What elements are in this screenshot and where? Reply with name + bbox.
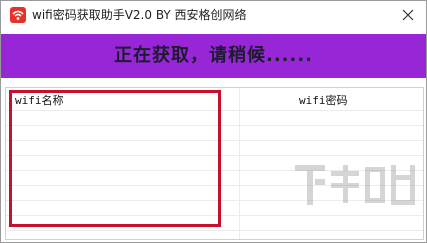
wifi-app-icon bbox=[10, 7, 26, 23]
status-text: 正在获取，请稍候...... bbox=[113, 45, 314, 66]
status-banner: 正在获取，请稍候...... bbox=[1, 34, 426, 78]
title-bar[interactable]: wifi密码获取助手V2.0 BY 西安格创网络 bbox=[1, 1, 426, 29]
column-header-wifi-password[interactable]: wifi密码 bbox=[299, 92, 348, 108]
app-window: wifi密码获取助手V2.0 BY 西安格创网络 正在获取，请稍候...... … bbox=[0, 0, 427, 243]
close-button[interactable] bbox=[396, 4, 420, 26]
close-icon bbox=[402, 9, 414, 21]
annotation-highlight-box bbox=[9, 90, 221, 227]
grid-line bbox=[6, 230, 423, 231]
window-title: wifi密码获取助手V2.0 BY 西安格创网络 bbox=[32, 8, 247, 22]
